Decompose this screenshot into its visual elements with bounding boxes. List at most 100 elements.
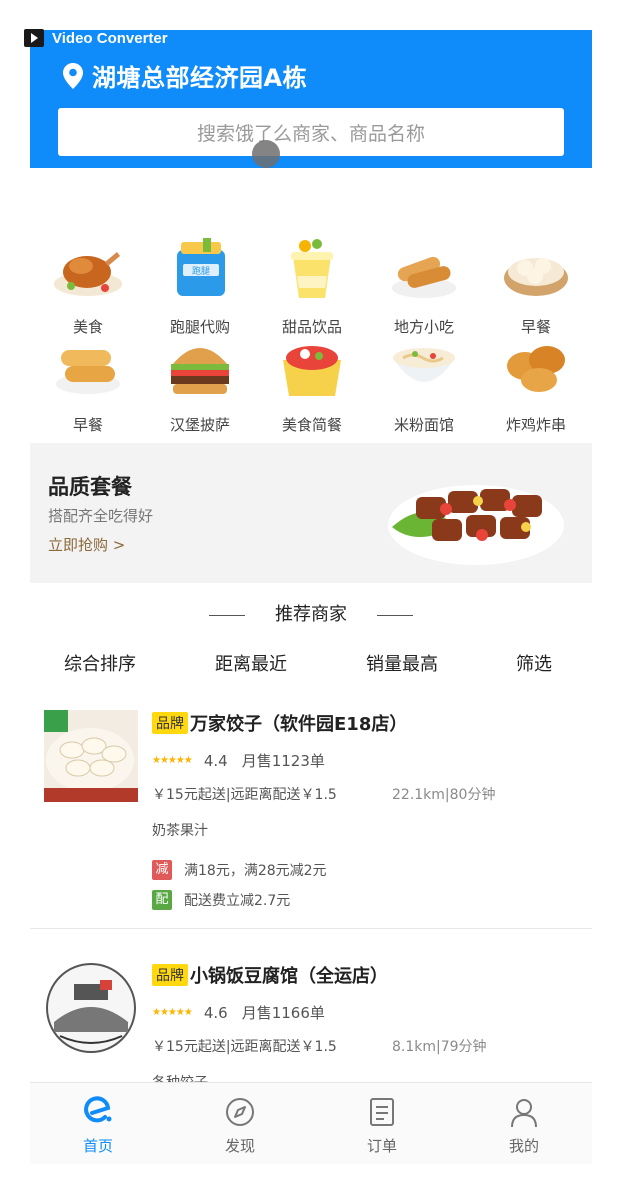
- category-label: 早餐: [520, 318, 551, 336]
- category-label: 地方小吃: [393, 318, 454, 336]
- category-grid: 美食 跑腿 跑腿代购 甜品饮品 地方小吃 早餐 早餐 汉堡披萨 美食简餐 米粉面…: [30, 198, 592, 438]
- rating-value: 4.4: [203, 751, 228, 770]
- category-item[interactable]: 甜品饮品: [262, 238, 362, 337]
- eleme-home-icon: [84, 1096, 112, 1123]
- promo-banner[interactable]: 品质套餐 搭配齐全吃得好 立即抢购 >: [30, 443, 592, 583]
- rating-stars-icon: ★★★★★: [152, 1007, 193, 1018]
- delivery-info: ￥15元起送|远距离配送￥1.5: [152, 1039, 337, 1055]
- roast-chicken-icon: [54, 252, 122, 296]
- discount-badge: 减: [152, 860, 172, 880]
- touch-cursor: [252, 140, 280, 168]
- rating-value: 4.6: [203, 1003, 228, 1022]
- tab-label: 订单: [366, 1137, 397, 1155]
- recommend-header: 推荐商家: [30, 600, 592, 626]
- promo-delivery: 配 配送费立减2.7元: [152, 890, 290, 910]
- category-label: 跑腿代购: [169, 318, 230, 336]
- recorder-frame-top: [0, 0, 640, 28]
- delivery-badge: 配: [152, 890, 172, 910]
- kebab-platter-image: [388, 485, 564, 565]
- category-label: 甜品饮品: [281, 318, 342, 336]
- shop-category: 奶茶果汁: [152, 823, 208, 839]
- recorder-frame-right: [594, 28, 640, 1180]
- rating-stars-icon: ★★★★★: [152, 755, 193, 766]
- sort-filter[interactable]: 筛选: [516, 650, 552, 676]
- bento-box-icon: [283, 346, 341, 396]
- fried-chicken-icon: [507, 346, 565, 392]
- location-pin-icon: [63, 62, 83, 89]
- recommend-title: 推荐商家: [275, 604, 347, 625]
- bottom-tab-bar: 首页 发现 订单 我的: [30, 1082, 592, 1164]
- location-text: 湖塘总部经济园A栋: [92, 64, 308, 92]
- category-item[interactable]: 美食简餐: [262, 336, 362, 435]
- shop-name-row: 品牌 万家饺子（软件园E18店）: [152, 710, 407, 736]
- category-item[interactable]: 地方小吃: [374, 238, 474, 337]
- dessert-cup-icon: [291, 239, 333, 298]
- tab-label: 发现: [224, 1137, 255, 1155]
- divider-line: [377, 614, 413, 616]
- category-label: 美食简餐: [281, 416, 342, 434]
- shop-rating: ★★★★★ 4.4 月售1123单: [152, 750, 325, 771]
- recorder-badge: Video Converter: [0, 26, 168, 50]
- shop-card[interactable]: 品牌 小锅饭豆腐馆（全运店） ★★★★★ 4.6 月售1166单 ￥15元起送|…: [30, 962, 592, 1091]
- tab-label: 首页: [82, 1137, 113, 1155]
- category-item[interactable]: 跑腿 跑腿代购: [150, 238, 250, 337]
- recorder-label: Video Converter: [52, 29, 168, 47]
- distance-time: 8.1km|79分钟: [392, 1039, 487, 1055]
- shop-thumbnail: [44, 962, 138, 1054]
- promo-discount: 减 满18元，满28元减2元: [152, 860, 327, 880]
- search-placeholder: 搜索饿了么商家、商品名称: [196, 122, 425, 145]
- category-label: 汉堡披萨: [169, 416, 230, 434]
- category-item[interactable]: 汉堡披萨: [150, 336, 250, 435]
- shop-name-row: 品牌 小锅饭豆腐馆（全运店）: [152, 962, 388, 988]
- category-item[interactable]: 早餐: [486, 238, 586, 337]
- monthly-sales: 月售1123单: [241, 752, 325, 770]
- shop-title[interactable]: 万家饺子（软件园E18店）: [190, 710, 407, 736]
- monthly-sales: 月售1166单: [241, 1004, 325, 1022]
- shop-thumbnail: [44, 710, 138, 802]
- sort-sales[interactable]: 销量最高: [366, 650, 438, 676]
- errand-bag-icon: 跑腿: [177, 238, 225, 296]
- brand-tag: 品牌: [152, 964, 188, 986]
- category-label: 米粉面馆: [393, 416, 454, 434]
- category-item[interactable]: 早餐: [38, 336, 138, 435]
- tab-profile[interactable]: 我的: [474, 1095, 574, 1156]
- category-item[interactable]: 美食: [38, 238, 138, 337]
- shop-divider: [30, 928, 592, 929]
- bread-roll-icon: [56, 350, 120, 394]
- shop-card[interactable]: 品牌 万家饺子（软件园E18店） ★★★★★ 4.4 月售1123单 ￥15元起…: [30, 710, 592, 930]
- search-input[interactable]: 搜索饿了么商家、商品名称: [58, 108, 564, 156]
- tab-label: 我的: [508, 1137, 539, 1155]
- tab-orders[interactable]: 订单: [332, 1095, 432, 1156]
- promo-text: 满18元，满28元减2元: [184, 863, 327, 879]
- category-label: 美食: [72, 318, 103, 336]
- tab-home[interactable]: 首页: [48, 1095, 148, 1156]
- compass-icon: [226, 1098, 254, 1126]
- banner-subtitle: 搭配齐全吃得好: [48, 507, 154, 525]
- banner-title: 品质套餐: [48, 475, 132, 499]
- banner-cta-link[interactable]: 立即抢购 >: [48, 534, 125, 555]
- header: 湖塘总部经济园A栋 搜索饿了么商家、商品名称: [30, 30, 592, 168]
- delivery-info: ￥15元起送|远距离配送￥1.5: [152, 787, 337, 803]
- promo-text: 配送费立减2.7元: [184, 893, 291, 909]
- svg-text:跑腿: 跑腿: [192, 265, 210, 277]
- tab-discover[interactable]: 发现: [190, 1095, 290, 1156]
- sort-default[interactable]: 综合排序: [64, 650, 136, 676]
- burger-icon: [171, 348, 229, 394]
- shop-rating: ★★★★★ 4.6 月售1166单: [152, 1002, 325, 1023]
- noodle-bowl-icon: [393, 348, 455, 382]
- distance-time: 22.1km|80分钟: [392, 787, 496, 803]
- spring-roll-icon: [392, 256, 456, 298]
- video-converter-icon: [24, 29, 44, 47]
- shop-title[interactable]: 小锅饭豆腐馆（全运店）: [190, 962, 388, 988]
- user-icon: [511, 1099, 537, 1128]
- sort-distance[interactable]: 距离最近: [215, 650, 287, 676]
- location-selector[interactable]: 湖塘总部经济园A栋: [62, 58, 307, 93]
- divider-line: [209, 614, 245, 616]
- category-item[interactable]: 米粉面馆: [374, 336, 474, 435]
- dumpling-steamer-icon: [504, 258, 568, 296]
- brand-tag: 品牌: [152, 712, 188, 734]
- recorder-frame-left: [0, 28, 28, 1180]
- order-list-icon: [370, 1098, 394, 1126]
- category-label: 早餐: [72, 416, 103, 434]
- category-item[interactable]: 炸鸡炸串: [486, 336, 586, 435]
